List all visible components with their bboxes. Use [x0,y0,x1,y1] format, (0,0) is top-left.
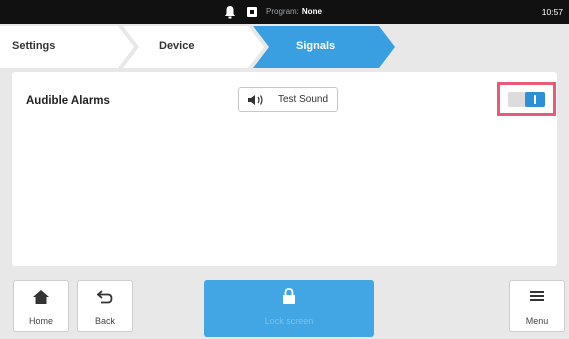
audible-alarms-toggle[interactable] [508,92,545,107]
lock-screen-label: Lock screen [264,316,314,326]
breadcrumb-item-signals[interactable]: Signals [296,40,335,52]
bell-icon [225,6,235,19]
breadcrumb-item-device[interactable]: Device [159,40,194,52]
battery-icon [247,7,257,17]
toggle-knob [525,92,545,107]
back-icon [97,290,113,304]
test-sound-label: Test Sound [278,94,329,105]
home-button[interactable]: Home [13,280,69,332]
back-button[interactable]: Back [77,280,133,332]
status-bar: Program: None 10:57 [0,0,569,24]
audible-alarms-label: Audible Alarms [26,95,110,107]
breadcrumb: Settings Device Signals [0,24,569,70]
clock: 10:57 [541,7,563,17]
bottom-bar: Home Back Lock screen Menu [0,270,569,339]
home-icon [33,290,49,304]
lock-icon [283,288,295,304]
test-sound-button[interactable]: Test Sound [238,87,338,112]
back-label: Back [94,316,115,326]
menu-label: Menu [525,316,549,326]
menu-icon [530,291,544,301]
toggle-highlight [497,82,556,116]
program-status: Program: None [266,7,322,16]
speaker-icon [248,95,263,105]
home-label: Home [28,316,53,326]
lock-screen-button[interactable]: Lock screen [204,280,374,337]
signals-panel: Audible Alarms Test Sound [12,72,557,266]
menu-button[interactable]: Menu [509,280,565,332]
breadcrumb-item-settings[interactable]: Settings [12,40,55,52]
